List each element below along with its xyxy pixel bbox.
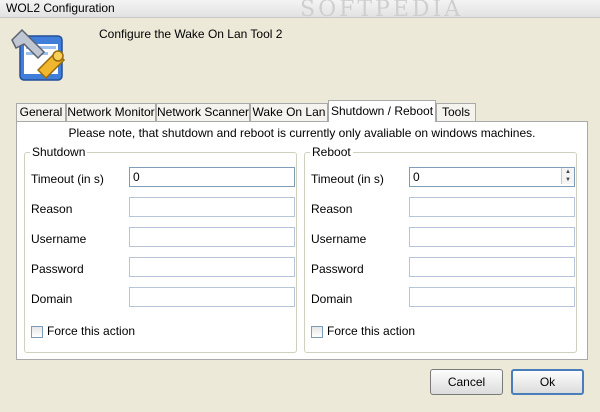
windows-only-note: Please note, that shutdown and reboot is… [68,126,536,140]
spin-down-icon[interactable]: ▼ [562,176,574,184]
window-title: WOL2 Configuration [6,1,115,15]
ok-button[interactable]: Ok [511,369,584,395]
shutdown-force-label[interactable]: Force this action [47,324,135,338]
reboot-force-checkbox[interactable] [311,326,323,338]
reboot-username-input[interactable] [409,227,575,247]
reboot-reason-input[interactable] [409,197,575,217]
spin-up-icon[interactable]: ▲ [562,168,574,176]
shutdown-domain-label: Domain [31,292,73,306]
reboot-timeout-input[interactable] [409,167,575,187]
shutdown-reason-label: Reason [31,202,73,216]
shutdown-group: Shutdown Timeout (in s) Reason Username … [24,145,297,353]
reboot-group: Reboot Timeout (in s) ▲ ▼ Reason Usernam… [304,145,577,353]
shutdown-domain-input[interactable] [129,287,295,307]
shutdown-password-label: Password [31,262,84,276]
reboot-password-label: Password [311,262,364,276]
reboot-force-label[interactable]: Force this action [327,324,415,338]
shutdown-force-checkbox[interactable] [31,326,43,338]
shutdown-timeout-input[interactable] [129,167,295,187]
shutdown-group-title: Shutdown [30,145,88,159]
shutdown-timeout-label: Timeout (in s) [31,172,104,186]
tab-shutdown-reboot[interactable]: Shutdown / Reboot [328,100,436,122]
reboot-domain-label: Domain [311,292,353,306]
config-tools-icon [11,28,66,81]
shutdown-reason-input[interactable] [129,197,295,217]
reboot-password-input[interactable] [409,257,575,277]
reboot-reason-label: Reason [311,202,353,216]
shutdown-password-input[interactable] [129,257,295,277]
reboot-timeout-spinbox[interactable]: ▲ ▼ [409,167,575,187]
reboot-domain-input[interactable] [409,287,575,307]
reboot-timeout-spinner[interactable]: ▲ ▼ [561,168,574,184]
shutdown-username-input[interactable] [129,227,295,247]
watermark: SOFTPEDIA [300,0,464,22]
tab-network-monitor[interactable]: Network Monitor [66,103,156,121]
shutdown-username-label: Username [31,232,87,246]
cancel-button[interactable]: Cancel [430,369,503,395]
title-bar: WOL2 Configuration SOFTPEDIA [0,0,600,22]
reboot-timeout-label: Timeout (in s) [311,172,384,186]
reboot-username-label: Username [311,232,367,246]
tab-general[interactable]: General [16,103,66,121]
reboot-group-title: Reboot [310,145,353,159]
shutdown-reboot-panel: Please note, that shutdown and reboot is… [16,121,588,360]
header-description: Configure the Wake On Lan Tool 2 [99,27,283,41]
tab-wake-on-lan[interactable]: Wake On Lan [250,103,328,121]
tab-network-scanner[interactable]: Network Scanner [156,103,250,121]
tab-tools[interactable]: Tools [436,103,476,121]
